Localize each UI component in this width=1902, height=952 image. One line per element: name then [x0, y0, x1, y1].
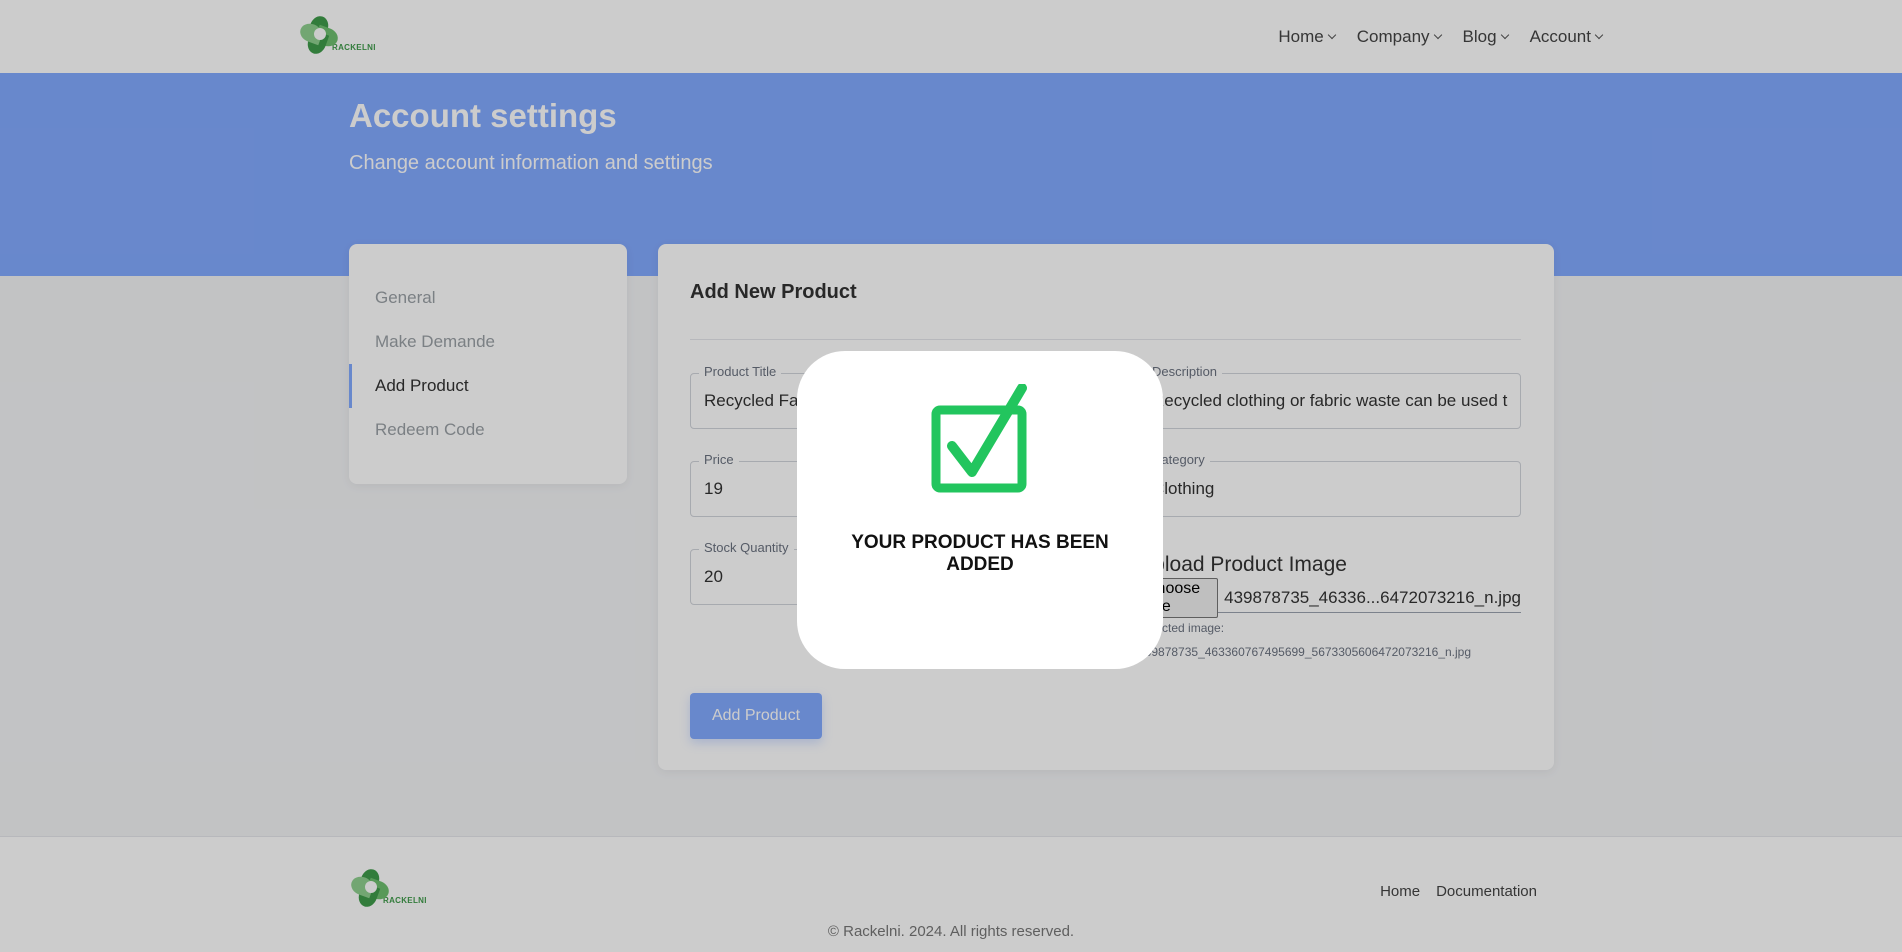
success-modal: YOUR PRODUCT HAS BEEN ADDED	[797, 351, 1163, 669]
checkbox-check-icon	[931, 384, 1027, 493]
success-message: YOUR PRODUCT HAS BEEN ADDED	[851, 532, 1109, 575]
